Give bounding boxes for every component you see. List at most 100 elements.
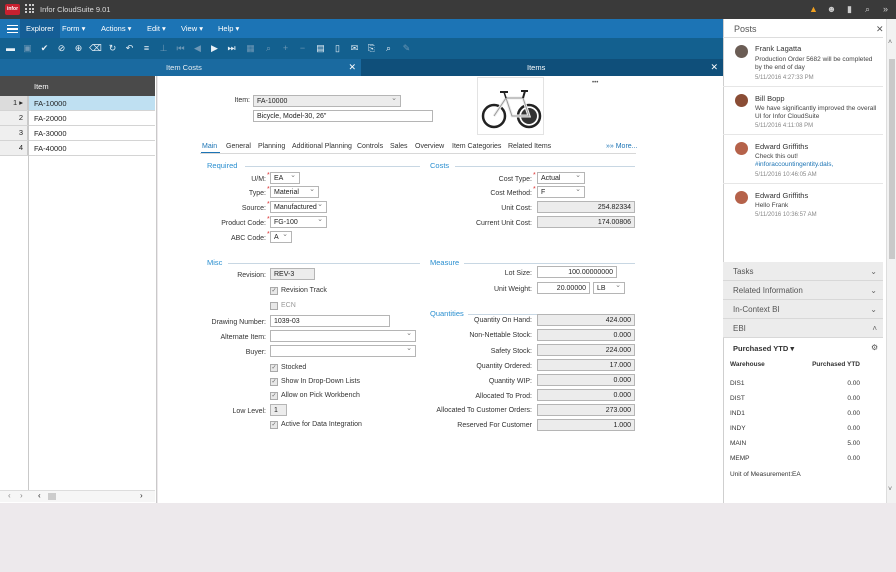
export-icon[interactable]: ⎘ — [365, 42, 378, 55]
table-row[interactable]: 4 FA-40000 — [0, 141, 155, 156]
abc-code-field[interactable]: A — [270, 231, 292, 243]
vertical-scrollbar[interactable]: ˄ ˅ — [886, 19, 896, 503]
check-icon[interactable]: ✔ — [38, 42, 51, 55]
form-tab-main[interactable]: Main — [202, 143, 217, 150]
tab-item-costs[interactable]: Item Costs ✕ — [0, 59, 361, 76]
allow-pick-checkbox[interactable]: ✓ — [270, 392, 278, 400]
section-in-context-bi[interactable]: In-Context BI ⌄ — [723, 300, 883, 319]
section-ebi[interactable]: EBI ˄ — [723, 319, 883, 338]
menu-view[interactable]: View ▾ — [175, 19, 209, 38]
app-launcher-icon[interactable] — [25, 4, 34, 13]
scroll-left-icon[interactable]: ‹ — [38, 491, 41, 500]
table-row[interactable]: 2 FA-20000 — [0, 111, 155, 126]
grid-column-header[interactable]: Item — [0, 76, 155, 96]
scroll-right-icon[interactable]: › — [20, 491, 23, 500]
save-icon[interactable]: ▣ — [21, 42, 34, 55]
scroll-down-icon[interactable]: ˅ — [888, 486, 892, 493]
close-icon[interactable]: ✕ — [710, 59, 718, 76]
form-tab-general[interactable]: General — [226, 143, 251, 150]
active-data-integration-checkbox[interactable]: ✓ — [270, 421, 278, 429]
show-dropdown-checkbox[interactable]: ✓ — [270, 378, 278, 386]
lot-size-field[interactable]: 100.00000000 — [537, 266, 617, 278]
add-icon[interactable]: + — [279, 42, 292, 55]
menu-explorer[interactable]: Explorer — [20, 19, 60, 38]
description-field[interactable]: Bicycle, Model-30, 26" — [253, 110, 433, 122]
cost-type-field[interactable]: Actual — [537, 172, 585, 184]
delete-icon[interactable]: ⌫ — [89, 42, 102, 55]
scroll-left-icon[interactable]: ‹ — [8, 491, 11, 500]
more-tabs-link[interactable]: »» More... — [606, 143, 638, 150]
menu-actions[interactable]: Actions ▾ — [95, 19, 137, 38]
document-icon[interactable]: ▯ — [331, 42, 344, 55]
drawing-number-field[interactable]: 1039-03 — [270, 315, 390, 327]
scroll-up-icon[interactable]: ˄ — [888, 39, 892, 46]
scroll-thumb[interactable] — [889, 59, 895, 259]
close-icon[interactable]: ✕ — [348, 59, 356, 76]
filter-icon[interactable]: ≡ — [140, 42, 153, 55]
new-record-icon[interactable]: ⊕ — [72, 42, 85, 55]
reserved-for-customer-field[interactable]: 1.000 — [537, 419, 635, 431]
stocked-checkbox[interactable]: ✓ — [270, 364, 278, 372]
scroll-thumb[interactable] — [48, 493, 56, 500]
edit-icon[interactable]: ✎ — [400, 42, 413, 55]
menu-edit[interactable]: Edit ▾ — [141, 19, 172, 38]
notification-icon[interactable]: ▲ — [808, 4, 819, 15]
post-author[interactable]: Edward Griffiths — [755, 191, 808, 200]
settings-gear-icon[interactable]: ⚙ — [871, 343, 878, 352]
weight-unit-field[interactable]: LB — [593, 282, 625, 294]
hierarchy-icon[interactable]: ⊥ — [157, 42, 170, 55]
horizontal-scrollbar[interactable]: ‹ › ‹ › — [0, 490, 155, 502]
form-tab-item-categories[interactable]: Item Categories — [452, 143, 501, 150]
form-tab-planning[interactable]: Planning — [258, 143, 285, 150]
unit-cost-field[interactable]: 254.82334 — [537, 201, 635, 213]
menu-help[interactable]: Help ▾ — [212, 19, 245, 38]
low-level-field[interactable]: 1 — [270, 404, 287, 416]
unit-weight-field[interactable]: 20.00000 — [537, 282, 590, 294]
undo-icon[interactable]: ↶ — [123, 42, 136, 55]
buyer-field[interactable] — [270, 345, 416, 357]
revision-track-checkbox[interactable]: ✓ — [270, 287, 278, 295]
close-icon[interactable]: ✕ — [876, 24, 884, 35]
tab-items[interactable]: Items ✕ — [361, 59, 723, 76]
remove-icon[interactable]: − — [296, 42, 309, 55]
table-row[interactable]: 1 ▸ FA-10000 — [0, 96, 155, 111]
search-icon[interactable]: ⌕ — [862, 4, 873, 15]
source-field[interactable]: Manufactured — [270, 201, 327, 213]
form-tab-sales[interactable]: Sales — [390, 143, 408, 150]
more-options-icon[interactable]: ••• — [592, 80, 598, 86]
grid-view-icon[interactable]: ▦ — [244, 42, 257, 55]
cost-method-field[interactable]: F — [537, 186, 585, 198]
post-link[interactable]: #inforaccountingentity.dals, — [755, 161, 833, 169]
menu-form[interactable]: Form ▾ — [56, 19, 91, 38]
current-unit-cost-field[interactable]: 174.00806 — [537, 216, 635, 228]
open-folder-icon[interactable]: ▬ — [4, 42, 17, 55]
quantity-wip-field[interactable]: 0.000 — [537, 374, 635, 386]
allocated-to-prod-field[interactable]: 0.000 — [537, 389, 635, 401]
find-icon[interactable]: ⌕ — [262, 42, 275, 55]
form-tab-additional-planning[interactable]: Additional Planning — [292, 143, 352, 150]
scroll-right-icon[interactable]: › — [140, 491, 143, 500]
product-code-field[interactable]: FG-100 — [270, 216, 327, 228]
section-related-information[interactable]: Related Information ⌄ — [723, 281, 883, 300]
post-author[interactable]: Bill Bopp — [755, 94, 785, 103]
post-author[interactable]: Frank Lagatta — [755, 44, 801, 53]
hamburger-menu-icon[interactable] — [7, 25, 18, 33]
allocated-to-customer-orders-field[interactable]: 273.000 — [537, 404, 635, 416]
form-tab-overview[interactable]: Overview — [415, 143, 444, 150]
previous-record-icon[interactable]: ◀ — [191, 42, 204, 55]
um-field[interactable]: EA — [270, 172, 300, 184]
post-author[interactable]: Edward Griffiths — [755, 142, 808, 151]
quantity-on-hand-field[interactable]: 424.000 — [537, 314, 635, 326]
expand-icon[interactable]: » — [880, 4, 891, 15]
first-record-icon[interactable]: ⏮ — [174, 42, 187, 55]
alternate-item-field[interactable] — [270, 330, 416, 342]
item-field[interactable]: FA-10000 — [253, 95, 401, 107]
section-tasks[interactable]: Tasks ⌄ — [723, 262, 883, 281]
form-tab-related-items[interactable]: Related Items — [508, 143, 551, 150]
cancel-icon[interactable]: ⊘ — [55, 42, 68, 55]
form-tab-controls[interactable]: Controls — [357, 143, 383, 150]
bookmark-icon[interactable]: ▮ — [844, 4, 855, 15]
type-field[interactable]: Material — [270, 186, 319, 198]
search-record-icon[interactable]: ⌕ — [382, 42, 395, 55]
next-record-icon[interactable]: ▶ — [208, 42, 221, 55]
